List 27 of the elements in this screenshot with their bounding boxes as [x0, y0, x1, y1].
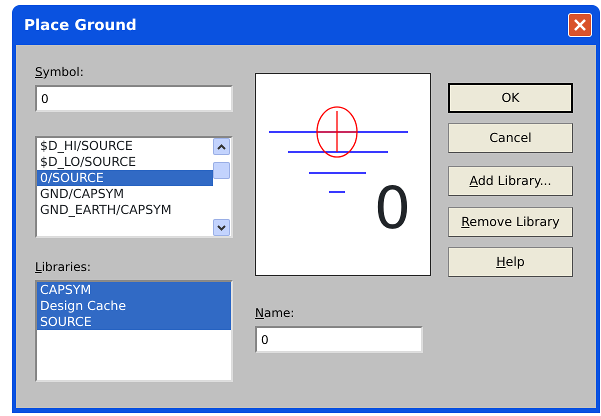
close-button[interactable] [568, 13, 592, 37]
chevron-down-icon [217, 224, 226, 230]
name-field[interactable]: 0 [255, 326, 423, 353]
dialog-button[interactable]: OK [448, 83, 573, 113]
name-label: Name: [255, 305, 296, 322]
symbol-label: Symbol: [35, 64, 85, 81]
list-item[interactable]: GND_EARTH/CAPSYM [37, 202, 213, 218]
scroll-down-button[interactable] [213, 219, 230, 236]
dialog-button[interactable]: Remove Library [448, 207, 573, 237]
list-item[interactable]: GND/CAPSYM [37, 186, 213, 202]
scroll-thumb[interactable] [213, 162, 230, 179]
chevron-up-icon [217, 144, 226, 150]
close-icon [573, 18, 587, 32]
dialog-button[interactable]: Help [448, 247, 573, 277]
list-item[interactable]: SOURCE [37, 314, 231, 330]
list-item[interactable]: CAPSYM [37, 282, 231, 298]
libraries-label: Libraries: [35, 259, 92, 276]
symbol-field[interactable]: 0 [35, 85, 233, 112]
list-item[interactable]: Design Cache [37, 298, 231, 314]
dialog-button[interactable]: Add Library... [448, 166, 573, 196]
dialog-button[interactable]: Cancel [448, 123, 573, 153]
list-item[interactable]: 0/SOURCE [37, 170, 213, 186]
list-item[interactable]: $D_HI/SOURCE [37, 138, 213, 154]
list-item[interactable]: $D_LO/SOURCE [37, 154, 213, 170]
scroll-up-button[interactable] [213, 138, 230, 155]
symbol-name-preview: 0 [374, 179, 411, 237]
window-title: Place Ground [24, 14, 137, 36]
